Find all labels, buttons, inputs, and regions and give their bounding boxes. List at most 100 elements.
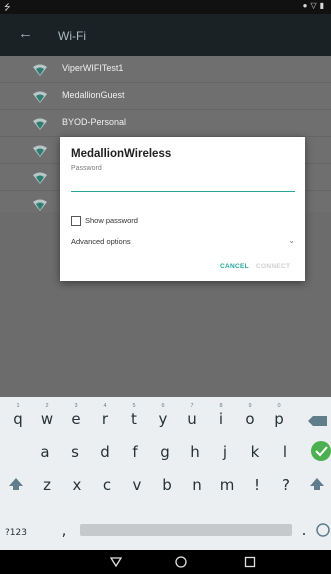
key-t[interactable]: 5t xyxy=(120,403,148,433)
key-question[interactable]: ? xyxy=(272,469,300,499)
advanced-options-row[interactable]: Advanced options ⌄ xyxy=(71,236,295,247)
key-label: l xyxy=(282,443,288,461)
key-exclamation[interactable]: ! xyxy=(243,469,271,499)
key-label: p xyxy=(274,410,284,428)
wifi-icon xyxy=(33,172,47,184)
key-label: ! xyxy=(253,476,260,494)
key-y[interactable]: 6y xyxy=(149,403,177,433)
show-password-label: Show password xyxy=(85,216,138,225)
key-label: j xyxy=(222,443,228,461)
symbols-key[interactable]: ?123 xyxy=(2,517,30,547)
key-hint: 5 xyxy=(132,403,136,409)
key-label: h xyxy=(190,443,200,461)
key-q[interactable]: 1q xyxy=(4,403,32,433)
key-l[interactable]: l xyxy=(271,436,299,466)
key-label: f xyxy=(132,443,138,461)
key-label: t xyxy=(131,410,137,428)
key-s[interactable]: s xyxy=(61,436,89,466)
arrow-left-icon[interactable]: ← xyxy=(18,25,33,42)
wifi-icon xyxy=(33,145,47,157)
chevron-down-icon: ⌄ xyxy=(288,236,295,245)
key-m[interactable]: m xyxy=(213,469,241,499)
wifi-password-dialog: MedallionWireless Password Show password… xyxy=(60,137,305,281)
key-c[interactable]: c xyxy=(93,469,121,499)
wifi-ssid: ViperWIFITest1 xyxy=(62,63,124,73)
key-label: b xyxy=(162,476,172,494)
wifi-ssid: BYOD-Personal xyxy=(62,117,127,127)
key-k[interactable]: k xyxy=(241,436,269,466)
status-bar: ⭍ ●▽▮ xyxy=(0,0,331,14)
key-n[interactable]: n xyxy=(183,469,211,499)
battery-icon: ▮ xyxy=(319,1,327,10)
key-label: q xyxy=(13,410,23,428)
key-f[interactable]: f xyxy=(121,436,149,466)
wifi-network-item[interactable]: BYOD-Personal xyxy=(0,110,331,137)
key-r[interactable]: 4r xyxy=(91,403,119,433)
key-i[interactable]: 8i xyxy=(207,403,235,433)
wifi-network-item[interactable]: MedallionGuest xyxy=(0,83,331,110)
wifi-icon xyxy=(33,199,47,211)
key-label: o xyxy=(245,410,255,428)
wifi-network-item[interactable]: ViperWIFITest1 xyxy=(0,56,331,83)
cancel-button[interactable]: CANCEL xyxy=(220,263,249,270)
key-label: w xyxy=(40,410,54,428)
key-a[interactable]: a xyxy=(31,436,59,466)
key-label: ? xyxy=(282,476,290,494)
key-hint: 1 xyxy=(16,403,20,409)
home-circle-icon[interactable] xyxy=(174,555,188,569)
key-label: e xyxy=(71,410,81,428)
show-password-checkbox[interactable] xyxy=(71,216,81,226)
key-hint: 9 xyxy=(248,403,252,409)
key-o[interactable]: 9o xyxy=(236,403,264,433)
emoji-icon[interactable] xyxy=(309,515,331,545)
key-label: x xyxy=(72,476,82,494)
shift-right-icon[interactable] xyxy=(303,469,331,499)
key-label: ?123 xyxy=(5,528,27,538)
dialog-title: MedallionWireless xyxy=(71,148,172,160)
key-b[interactable]: b xyxy=(153,469,181,499)
space-bar[interactable] xyxy=(80,524,292,536)
key-label: v xyxy=(132,476,142,494)
key-j[interactable]: j xyxy=(211,436,239,466)
key-hint: 0 xyxy=(277,403,281,409)
key-label: r xyxy=(101,410,109,428)
password-input[interactable] xyxy=(71,175,295,192)
key-label: i xyxy=(218,410,224,428)
connect-button[interactable]: CONNECT xyxy=(256,263,290,270)
key-d[interactable]: d xyxy=(91,436,119,466)
page-title: Wi-Fi xyxy=(58,29,86,43)
shift-icon[interactable] xyxy=(2,469,30,499)
status-icons: ●▽▮ xyxy=(303,1,327,10)
key-v[interactable]: v xyxy=(123,469,151,499)
wifi-icon xyxy=(33,118,47,130)
key-label: n xyxy=(192,476,202,494)
key-label: a xyxy=(40,443,50,461)
key-e[interactable]: 3e xyxy=(62,403,90,433)
on-screen-keyboard: 1q 2w 3e 4r 5t 6y 7u 8i 9o 0p a s d f g … xyxy=(0,397,331,550)
recents-square-icon[interactable] xyxy=(243,555,257,569)
key-u[interactable]: 7u xyxy=(178,403,206,433)
key-label: , xyxy=(61,521,67,539)
key-hint: 8 xyxy=(219,403,223,409)
back-triangle-icon[interactable] xyxy=(109,555,123,569)
enter-check-icon[interactable] xyxy=(303,436,331,466)
key-h[interactable]: h xyxy=(181,436,209,466)
key-hint: 4 xyxy=(103,403,107,409)
key-z[interactable]: z xyxy=(33,469,61,499)
key-hint: 6 xyxy=(161,403,165,409)
wifi-ssid: MedallionGuest xyxy=(62,90,125,100)
advanced-options-label: Advanced options xyxy=(71,237,131,246)
key-label: y xyxy=(158,410,168,428)
key-p[interactable]: 0p xyxy=(265,403,293,433)
key-label: u xyxy=(187,410,197,428)
key-label: k xyxy=(250,443,260,461)
key-hint: 7 xyxy=(190,403,194,409)
key-comma[interactable]: , xyxy=(50,514,78,544)
wifi-icon xyxy=(33,64,47,76)
key-hint: 2 xyxy=(45,403,49,409)
key-w[interactable]: 2w xyxy=(33,403,61,433)
backspace-icon[interactable] xyxy=(303,405,331,435)
password-label: Password xyxy=(71,165,102,172)
key-g[interactable]: g xyxy=(151,436,179,466)
key-x[interactable]: x xyxy=(63,469,91,499)
